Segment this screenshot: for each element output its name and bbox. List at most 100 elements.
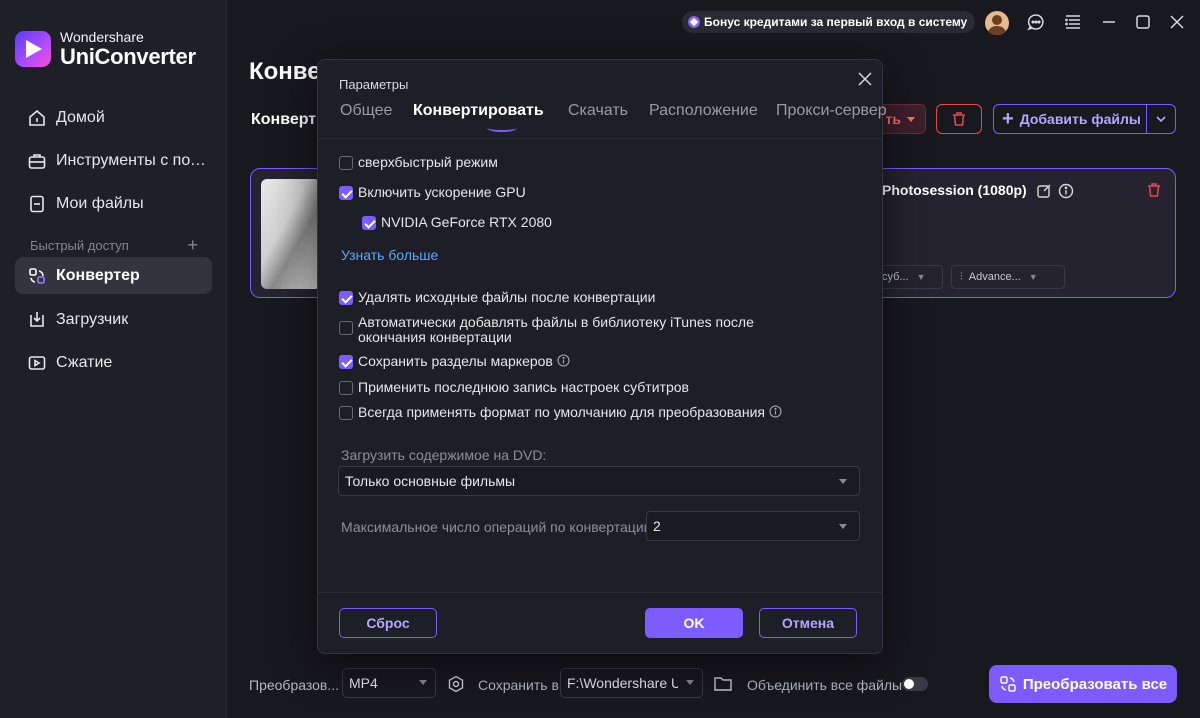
settings-hex-icon[interactable] (447, 675, 465, 693)
sidebar-item-downloader[interactable]: Загрузчик (15, 301, 212, 338)
merge-files-toggle[interactable] (902, 677, 928, 691)
info-icon[interactable] (1058, 183, 1074, 199)
close-icon[interactable] (857, 71, 873, 87)
dialog-title: Параметры (339, 77, 409, 92)
sidebar-item-my-files[interactable]: Мои файлы (15, 185, 212, 222)
menu-icon[interactable] (1064, 13, 1082, 31)
quick-access-header: Быстрый доступ + (30, 236, 198, 254)
files-icon (30, 195, 44, 212)
sidebar-item-label: Домой (56, 108, 105, 126)
settings-dialog: Параметры Общее Конвертировать Скачать Р… (317, 59, 887, 654)
option-superfast-mode[interactable]: сверхбыстрый режим (339, 155, 498, 170)
caret-down-icon: ▼ (916, 272, 926, 282)
checkbox[interactable] (339, 381, 353, 395)
avatar[interactable] (985, 11, 1009, 35)
folder-icon[interactable] (713, 675, 733, 693)
tab-convert[interactable]: Конвертировать (413, 102, 544, 120)
option-label: сверхбыстрый режим (358, 154, 498, 170)
chevron-down-icon (1156, 116, 1166, 123)
sidebar-item-label: Сжатие (56, 353, 113, 371)
checkbox[interactable] (339, 156, 353, 170)
option-keep-markers[interactable]: Сохранить разделы маркеров (339, 354, 570, 369)
minimize-icon[interactable] (1100, 13, 1118, 31)
dvd-load-select[interactable]: Только основные фильмы (338, 466, 860, 496)
edit-icon[interactable] (1036, 183, 1052, 199)
tab-converting[interactable]: Конверт (251, 111, 316, 129)
subtitle-select[interactable]: суб... ▼ (873, 265, 943, 289)
close-icon[interactable] (1168, 13, 1186, 31)
convert-all-label: Преобразовать все (1022, 675, 1168, 693)
checkbox[interactable] (339, 355, 353, 369)
add-files-dropdown-button[interactable] (1146, 104, 1176, 134)
option-label: Всегда применять формат по умолчанию для… (358, 404, 765, 420)
reset-button[interactable]: Сброс (339, 608, 437, 638)
video-thumbnail[interactable] (261, 179, 321, 289)
info-icon[interactable] (557, 354, 570, 367)
tab-download[interactable]: Скачать (568, 102, 628, 120)
caret-down-icon (839, 479, 847, 484)
cancel-button[interactable]: Отмена (759, 608, 857, 638)
learn-more-link[interactable]: Узнать больше (341, 247, 438, 263)
option-subtitle-settings[interactable]: Применить последнюю запись настроек субт… (339, 380, 689, 395)
tab-proxy[interactable]: Прокси-сервер (776, 102, 887, 120)
trash-icon (953, 112, 965, 126)
sidebar-item-label: Загрузчик (56, 310, 129, 328)
sidebar-item-compress[interactable]: Сжатие (15, 344, 212, 381)
maximize-icon[interactable] (1134, 13, 1152, 31)
add-files-label: Добавить файлы (1019, 111, 1141, 127)
sidebar: Wondershare UniConverter Домой Инструмен… (0, 0, 227, 718)
output-format-select[interactable]: MP4 (342, 668, 436, 698)
max-operations-value: 2 (653, 518, 661, 534)
audio-value: Advance... (968, 271, 1021, 283)
file-name: Photosession (1080p) (882, 182, 1027, 198)
merge-files-label: Объединить все файлы (747, 677, 903, 693)
option-default-format[interactable]: Всегда применять формат по умолчанию для… (339, 405, 782, 420)
audio-track-select[interactable]: ⫶ Advance... ▼ (951, 265, 1065, 289)
brand-sub: Wondershare (60, 29, 144, 45)
option-itunes-library[interactable]: Автоматически добавлять файлы в библиоте… (339, 315, 819, 345)
checkbox[interactable] (362, 216, 376, 230)
ok-button[interactable]: OK (645, 608, 743, 638)
caret-down-icon (419, 680, 427, 685)
option-label: Удалять исходные файлы после конвертации (358, 289, 656, 305)
plus-icon: + (1002, 108, 1014, 130)
convert-format-label: ть (885, 111, 901, 127)
tab-location[interactable]: Расположение (649, 102, 758, 120)
delete-all-button[interactable] (936, 104, 982, 134)
add-files-button[interactable]: + Добавить файлы (993, 104, 1147, 134)
option-gpu-device[interactable]: NVIDIA GeForce RTX 2080 (362, 215, 552, 230)
tab-general[interactable]: Общее (340, 102, 392, 120)
save-path-value: F:\Wondershare Ur (567, 675, 678, 691)
bonus-credits-banner[interactable]: Бонус кредитами за первый вход в систему (682, 11, 976, 33)
checkbox[interactable] (339, 291, 353, 305)
caret-down-icon: ▼ (1028, 272, 1038, 282)
home-icon (29, 109, 45, 126)
footer-divider (318, 592, 882, 593)
option-gpu-acceleration[interactable]: Включить ускорение GPU (339, 185, 526, 200)
convert-all-button[interactable]: Преобразовать все (989, 665, 1177, 703)
option-label: Включить ускорение GPU (358, 184, 526, 200)
option-label: Применить последнюю запись настроек субт… (358, 379, 689, 395)
sidebar-item-home[interactable]: Домой (15, 99, 212, 136)
sidebar-item-label: Конвертер (56, 266, 140, 284)
download-icon (30, 311, 44, 327)
active-tab-indicator (487, 124, 517, 132)
compress-icon (28, 355, 46, 370)
info-icon[interactable] (769, 405, 782, 418)
checkbox[interactable] (339, 186, 353, 200)
checkbox[interactable] (339, 406, 353, 420)
checkbox[interactable] (339, 321, 353, 335)
sidebar-item-converter[interactable]: Конвертер (15, 257, 212, 294)
sidebar-item-label: Мои файлы (56, 194, 144, 212)
save-path-select[interactable]: F:\Wondershare Ur (560, 668, 703, 698)
max-operations-select[interactable]: 2 (646, 511, 860, 541)
brand-main: UniConverter (60, 44, 196, 69)
option-delete-source[interactable]: Удалять исходные файлы после конвертации (339, 290, 655, 305)
caret-down-icon (686, 680, 694, 685)
dvd-load-value: Только основные фильмы (345, 473, 516, 489)
plus-icon[interactable]: + (187, 236, 198, 254)
dvd-load-label: Загрузить содержимое на DVD: (341, 447, 547, 463)
trash-icon[interactable] (1146, 182, 1162, 198)
sidebar-item-toolbox[interactable]: Инструменты с под... (15, 142, 212, 179)
chat-icon[interactable] (1027, 13, 1045, 31)
